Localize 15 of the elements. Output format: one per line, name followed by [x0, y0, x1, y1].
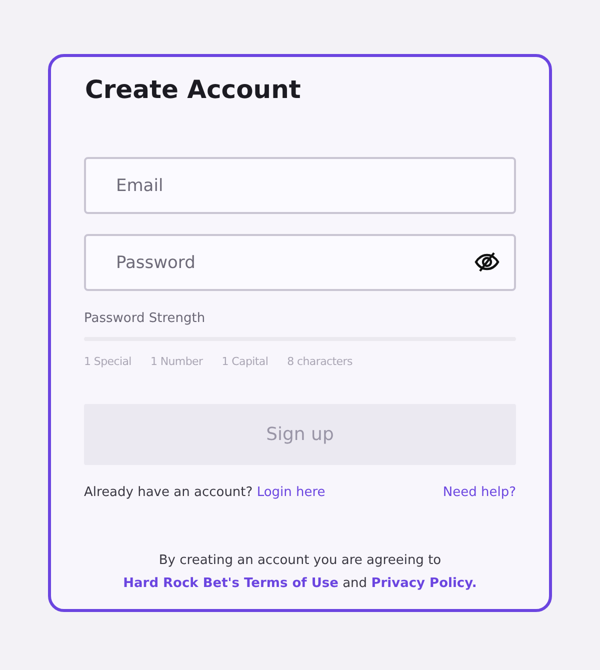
page-title: Create Account: [85, 75, 302, 106]
requirement-text: 8 characters: [287, 355, 352, 368]
requirement-text: 1 Special: [84, 355, 132, 368]
strength-label: Password Strength: [84, 311, 206, 326]
email-field[interactable]: Email: [84, 157, 516, 214]
hidden-eye-icon[interactable]: [474, 250, 500, 274]
password-field[interactable]: Password: [84, 234, 516, 291]
agreement-text: By creating an account you are agreeing to Hard Rock Bet's Terms of Use and Privacy Policy.: [122, 552, 478, 593]
login-link[interactable]: Login here: [256, 485, 326, 500]
help-link[interactable]: Need help?: [442, 485, 516, 500]
requirement-text: 1 Number: [150, 355, 203, 368]
privacy-link[interactable]: Privacy Policy.: [371, 576, 477, 591]
login-prompt: Already have an account?: [84, 485, 253, 500]
terms-link[interactable]: Hard Rock Bet's Terms of Use: [123, 576, 338, 591]
requirement-text: 1 Capital: [222, 355, 268, 368]
